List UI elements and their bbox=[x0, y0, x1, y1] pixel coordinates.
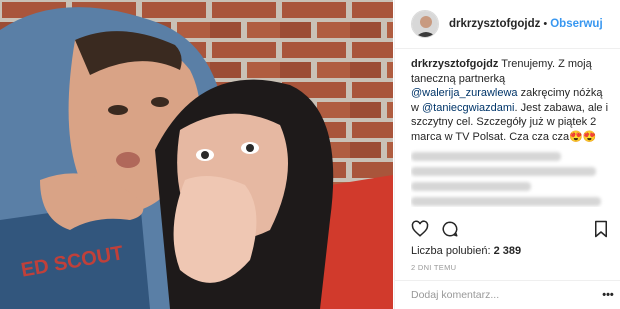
post-sidebar: drkrzysztofgojdz • Obserwuj drkrzysztofg… bbox=[394, 0, 620, 309]
likes-number: 2 389 bbox=[493, 245, 522, 257]
avatar[interactable] bbox=[411, 10, 439, 38]
blurred-comment bbox=[411, 197, 601, 206]
mention-link[interactable]: @walerija_zurawlewa bbox=[411, 87, 518, 99]
mention-link[interactable]: @taniecgwiazdami bbox=[422, 102, 515, 114]
blurred-comment bbox=[411, 182, 531, 191]
heart-icon[interactable] bbox=[411, 220, 429, 243]
follow-button[interactable]: Obserwuj bbox=[550, 18, 602, 30]
blurred-comments bbox=[411, 152, 609, 206]
post-date: 2 DNI TEMU bbox=[411, 263, 457, 272]
post-header: drkrzysztofgojdz • Obserwuj bbox=[395, 0, 620, 49]
caption: drkrzysztofgojdz Trenujemy. Z moją tanec… bbox=[411, 57, 609, 144]
likes-count[interactable]: Liczba polubień: 2 389 bbox=[411, 245, 521, 257]
separator-dot: • bbox=[543, 18, 548, 30]
selfie-image: ED SCOUT bbox=[0, 0, 393, 309]
action-bar bbox=[407, 220, 613, 240]
bookmark-icon[interactable] bbox=[593, 220, 609, 243]
add-comment-bar: Dodaj komentarz... ••• bbox=[395, 280, 620, 309]
comment-icon[interactable] bbox=[441, 220, 459, 243]
blurred-comment bbox=[411, 152, 561, 161]
likes-label: Liczba polubień: bbox=[411, 245, 491, 257]
blurred-comment bbox=[411, 167, 596, 176]
comments-area: drkrzysztofgojdz Trenujemy. Z moją tanec… bbox=[411, 57, 609, 207]
comment-input[interactable]: Dodaj komentarz... bbox=[411, 289, 595, 301]
more-options-icon[interactable]: ••• bbox=[595, 289, 620, 301]
post-username[interactable]: drkrzysztofgojdz bbox=[449, 18, 540, 30]
caption-username[interactable]: drkrzysztofgojdz bbox=[411, 58, 498, 70]
post-photo[interactable]: ED SCOUT bbox=[0, 0, 393, 309]
